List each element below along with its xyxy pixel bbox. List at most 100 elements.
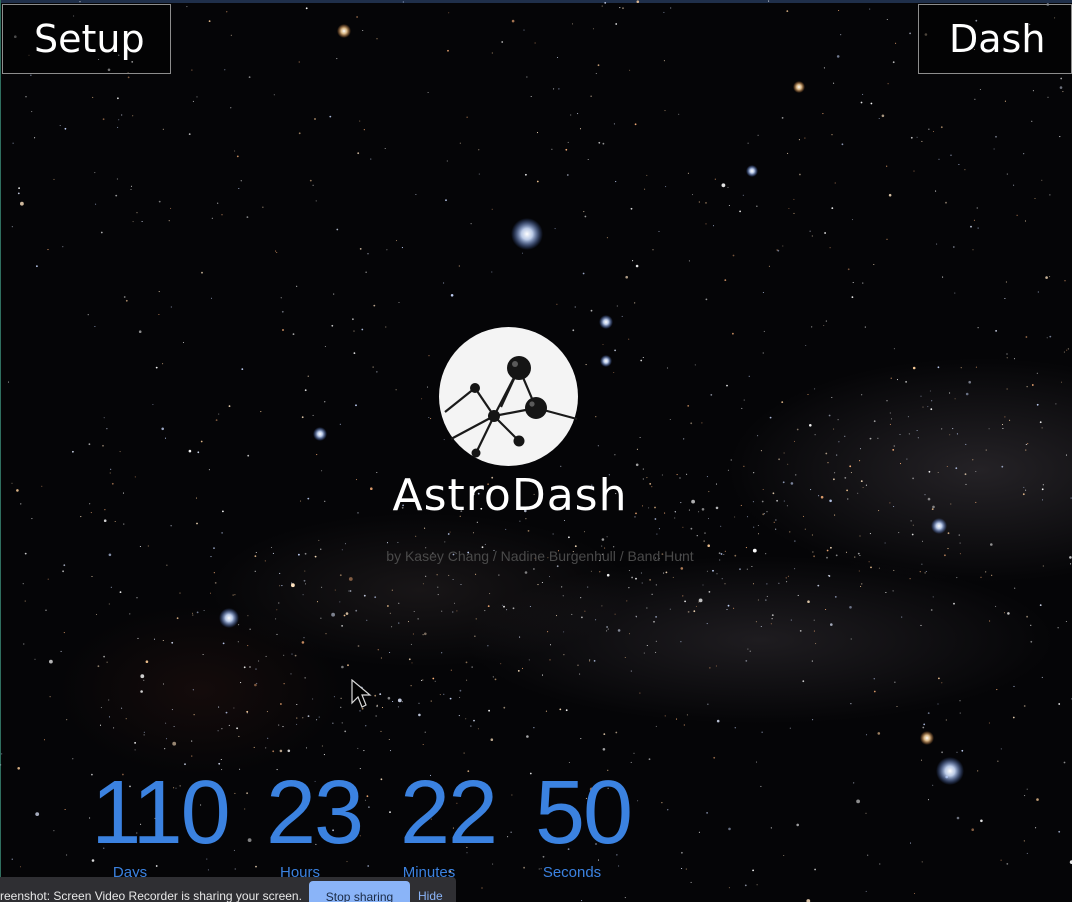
star xyxy=(511,19,515,23)
star xyxy=(802,680,805,683)
star xyxy=(376,371,378,373)
star xyxy=(763,513,765,515)
star xyxy=(266,711,268,713)
star xyxy=(958,163,960,166)
star xyxy=(932,596,934,598)
star xyxy=(324,401,326,403)
star xyxy=(636,448,638,450)
star xyxy=(825,320,827,322)
star xyxy=(1012,716,1015,719)
star xyxy=(686,714,688,716)
star xyxy=(568,536,570,539)
star xyxy=(616,305,618,307)
star xyxy=(833,478,835,481)
star xyxy=(458,715,460,717)
setup-button[interactable]: Setup xyxy=(2,4,171,74)
star xyxy=(59,124,61,127)
star xyxy=(743,465,745,467)
star xyxy=(1059,136,1061,138)
star xyxy=(134,476,136,478)
star xyxy=(913,170,915,172)
star xyxy=(639,436,641,439)
star xyxy=(707,703,709,705)
star xyxy=(1002,427,1004,430)
star xyxy=(1023,705,1026,707)
star xyxy=(109,472,111,474)
bright-star xyxy=(599,315,613,329)
star xyxy=(375,715,377,717)
star xyxy=(906,458,908,460)
star xyxy=(726,608,728,611)
star xyxy=(459,142,461,144)
star xyxy=(1026,615,1028,618)
star xyxy=(879,863,881,865)
star xyxy=(1065,454,1068,456)
dash-button[interactable]: Dash xyxy=(918,4,1072,74)
star xyxy=(11,226,13,228)
star xyxy=(49,659,53,664)
star xyxy=(380,730,382,732)
star xyxy=(64,808,66,811)
star xyxy=(1059,86,1063,89)
star xyxy=(214,582,217,584)
star xyxy=(584,215,587,218)
star xyxy=(606,630,608,632)
star xyxy=(1031,120,1033,122)
star xyxy=(755,761,758,763)
star xyxy=(318,539,320,541)
star xyxy=(492,676,494,678)
star xyxy=(108,553,112,557)
star xyxy=(191,740,193,742)
star xyxy=(281,585,283,587)
star xyxy=(188,449,192,453)
star xyxy=(460,583,462,586)
star xyxy=(944,554,946,557)
star xyxy=(878,510,880,512)
star xyxy=(209,592,212,594)
star xyxy=(484,610,486,612)
star xyxy=(850,638,852,640)
stop-sharing-button[interactable]: Stop sharing xyxy=(309,881,410,902)
star xyxy=(386,542,389,544)
star xyxy=(548,576,551,578)
star xyxy=(43,739,46,741)
star xyxy=(835,554,838,557)
star xyxy=(102,118,105,121)
star xyxy=(247,838,252,842)
star xyxy=(164,437,167,439)
star xyxy=(865,812,867,814)
star xyxy=(760,450,762,452)
star xyxy=(447,49,449,52)
star xyxy=(391,589,393,591)
star xyxy=(247,645,249,647)
star xyxy=(279,585,281,587)
star xyxy=(685,868,687,870)
star xyxy=(448,12,450,14)
star xyxy=(418,702,420,704)
star xyxy=(762,352,764,354)
star xyxy=(34,137,36,139)
star xyxy=(974,98,976,100)
hide-button[interactable]: Hide xyxy=(418,877,443,902)
star xyxy=(312,184,314,186)
star xyxy=(910,136,913,139)
star xyxy=(757,435,759,437)
star xyxy=(1047,96,1049,98)
star xyxy=(31,518,33,520)
star xyxy=(1,753,3,755)
star xyxy=(589,659,591,661)
star xyxy=(121,114,123,116)
star xyxy=(857,552,860,555)
star xyxy=(724,279,727,281)
star xyxy=(921,563,923,565)
star xyxy=(813,630,815,632)
star xyxy=(376,705,378,708)
star xyxy=(471,666,473,668)
star xyxy=(873,420,876,423)
star xyxy=(772,492,775,495)
star xyxy=(136,597,138,599)
star xyxy=(463,752,465,754)
star xyxy=(395,389,397,391)
star xyxy=(182,341,185,344)
star xyxy=(563,631,565,633)
